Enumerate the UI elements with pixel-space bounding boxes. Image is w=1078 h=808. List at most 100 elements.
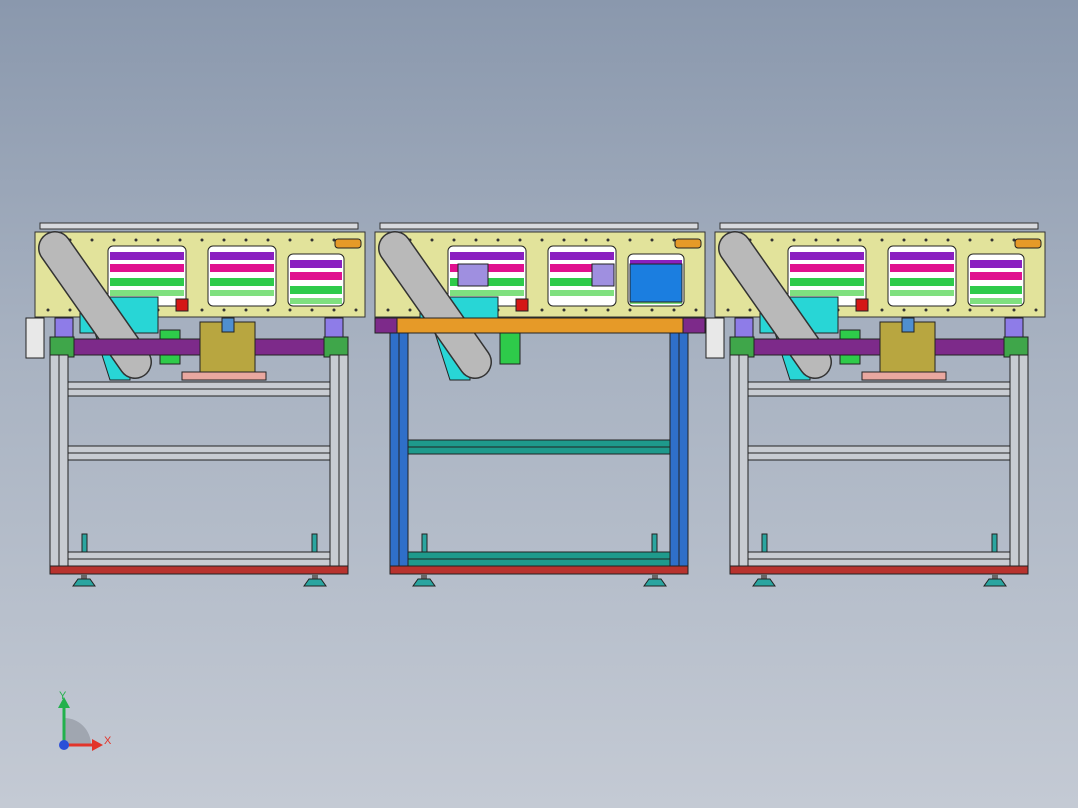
panel-hole — [858, 238, 862, 242]
panel-hole — [134, 238, 138, 242]
panel-hole — [562, 238, 566, 242]
leveling-foot — [412, 578, 436, 587]
panel-hole — [628, 238, 632, 242]
module-center — [374, 222, 706, 587]
base-plate — [49, 565, 349, 575]
conveyor-assembly — [25, 222, 1046, 587]
panel-hole — [200, 238, 204, 242]
magenta-bar — [890, 264, 954, 272]
top-rail — [379, 222, 699, 230]
leveling-foot — [643, 578, 667, 587]
panel-hole — [244, 238, 248, 242]
panel-hole — [792, 238, 796, 242]
teal-post — [651, 533, 658, 553]
panel-hole — [968, 308, 972, 312]
red-sensor — [175, 298, 189, 312]
green-bar-light — [210, 290, 274, 296]
side-guide — [25, 317, 45, 359]
green-bar-light — [450, 290, 524, 296]
panel-hole — [332, 308, 336, 312]
module-left — [25, 222, 366, 587]
purple-bar — [550, 252, 614, 260]
panel-hole — [836, 238, 840, 242]
leveling-foot — [303, 578, 327, 587]
teal-post — [311, 533, 318, 553]
shaft — [221, 317, 235, 333]
y-axis-label: Y — [59, 690, 67, 702]
corner-block — [374, 317, 398, 334]
green-bar-light — [970, 298, 1022, 304]
panel-hole — [650, 238, 654, 242]
purple-bar — [890, 252, 954, 260]
panel-hole — [46, 308, 50, 312]
panel-hole — [222, 308, 226, 312]
panel-hole — [430, 238, 434, 242]
panel-hole — [178, 238, 182, 242]
panel-hole — [968, 238, 972, 242]
panel-hole — [726, 308, 730, 312]
proximity-sensor — [334, 238, 362, 249]
panel-hole — [924, 308, 928, 312]
purple-bar — [790, 252, 864, 260]
panel-hole — [540, 308, 544, 312]
panel-hole — [112, 238, 116, 242]
panel-hole — [474, 238, 478, 242]
leveling-foot — [72, 578, 96, 587]
panel-hole — [946, 308, 950, 312]
proximity-sensor — [674, 238, 702, 249]
panel-hole — [990, 308, 994, 312]
panel-hole — [310, 308, 314, 312]
red-sensor — [855, 298, 869, 312]
base-plate — [389, 565, 689, 575]
green-corner-block — [323, 336, 349, 358]
orange-cross-beam — [374, 317, 706, 334]
panel-hole — [156, 238, 160, 242]
panel-hole — [924, 238, 928, 242]
z-axis-dot — [59, 740, 69, 750]
panel-hole — [672, 308, 676, 312]
panel-hole — [540, 238, 544, 242]
panel-hole — [584, 238, 588, 242]
cad-viewport[interactable]: Y X — [0, 0, 1078, 808]
green-corner-block — [49, 336, 75, 358]
base-plate — [729, 565, 1029, 575]
magenta-bar — [970, 272, 1022, 280]
leveling-foot — [983, 578, 1007, 587]
panel-hole — [748, 308, 752, 312]
x-axis-arrowhead — [92, 739, 103, 751]
purple-bar — [970, 260, 1022, 268]
leveling-foot — [752, 578, 776, 587]
panel-hole — [990, 238, 994, 242]
panel-hole — [946, 238, 950, 242]
panel-hole — [628, 308, 632, 312]
teal-post — [991, 533, 998, 553]
lavender-block — [457, 263, 489, 287]
purple-bar — [110, 252, 184, 260]
green-bar — [790, 278, 864, 286]
panel-hole — [606, 308, 610, 312]
magenta-bar — [110, 264, 184, 272]
panel-hole — [354, 308, 358, 312]
teal-post — [761, 533, 768, 553]
green-bar — [890, 278, 954, 286]
corner-block — [682, 317, 706, 334]
panel-hole — [1012, 308, 1016, 312]
panel-hole — [200, 308, 204, 312]
green-bar — [290, 286, 342, 294]
green-bar-light — [890, 290, 954, 296]
panel-hole — [222, 238, 226, 242]
top-rail — [719, 222, 1039, 230]
purple-mount — [54, 317, 74, 339]
magenta-bar — [790, 264, 864, 272]
green-bar — [110, 278, 184, 286]
x-axis-label: X — [104, 735, 112, 747]
panel-hole — [584, 308, 588, 312]
red-sensor — [515, 298, 529, 312]
panel-hole — [408, 308, 412, 312]
green-bar-light — [110, 290, 184, 296]
panel-hole — [562, 308, 566, 312]
panel-hole — [288, 308, 292, 312]
panel-hole — [244, 308, 248, 312]
panel-hole — [650, 308, 654, 312]
lavender-block — [591, 263, 615, 287]
